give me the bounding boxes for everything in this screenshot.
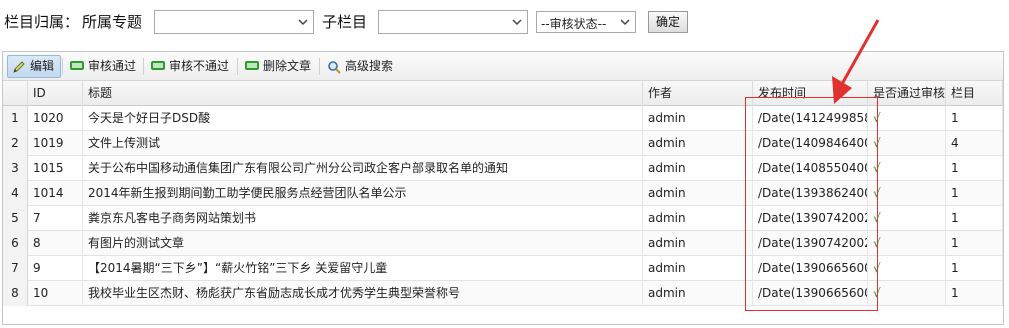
cell-author: admin [643,281,753,306]
toolbar-divider [143,58,144,75]
subcolumn-label: 子栏目 [322,13,368,31]
cell-author: admin [643,106,753,131]
cell-author: admin [643,131,753,156]
chevron-down-icon [512,19,522,26]
cell-id: 1014 [28,181,83,206]
cell-title: 有图片的测试文章 [83,231,643,256]
advanced-search-label: 高级搜索 [345,59,394,73]
audit-status-select[interactable]: --审核状态-- [536,11,636,33]
cell-id: 9 [28,256,83,281]
table-row[interactable]: 6 8 有图片的测试文章 admin/Date(1390742002 √ 1 [3,231,1003,256]
cell-author: admin [643,156,753,181]
green-bar-icon [70,61,84,70]
pencil-icon [13,60,25,73]
approve-label: 审核通过 [88,59,137,73]
cell-approved: √ [868,206,946,231]
reject-button[interactable]: 审核不通过 [146,55,236,78]
edit-label: 编辑 [30,59,55,73]
cell-id: 1015 [28,156,83,181]
cell-column: 1 [946,281,1003,306]
table-row[interactable]: 5 7 粪京东凡客电子商务网站策划书 admin/Date(1390742002 √ 1 [3,206,1003,231]
cell-publish-time: /Date(1390665600 [753,281,868,306]
row-number: 3 [3,156,28,181]
green-bar-icon [245,61,259,70]
row-number: 2 [3,131,28,156]
row-number: 7 [3,256,28,281]
cell-column: 1 [946,156,1003,181]
table-row[interactable]: 4 1014 2014年新生报到期间勤工助学便民服务点经营团队名单公示 admin/D… [3,181,1003,206]
cell-approved: √ [868,281,946,306]
row-number: 6 [3,231,28,256]
cell-approved: √ [868,231,946,256]
cell-id: 8 [28,231,83,256]
topic-label: 所属专题 [82,13,143,31]
cell-id: 7 [28,206,83,231]
row-number: 5 [3,206,28,231]
cell-author: admin [643,256,753,281]
cell-approved: √ [868,131,946,156]
header-id[interactable]: ID [28,81,83,106]
cell-title: 粪京东凡客电子商务网站策划书 [83,206,643,231]
cell-author: admin [643,231,753,256]
cell-title: 2014年新生报到期间勤工助学便民服务点经营团队名单公示 [83,181,643,206]
header-column[interactable]: 栏目 [946,81,1003,106]
audit-status-value: --审核状态-- [541,17,607,31]
column-label: 栏目归属： [4,13,80,31]
header-author[interactable]: 作者 [643,81,753,106]
cell-id: 10 [28,281,83,306]
cell-column: 1 [946,106,1003,131]
cell-title: 我校毕业生区杰财、杨彪获广东省励志成长成才优秀学生典型荣誉称号 [83,281,643,306]
cell-approved: √ [868,156,946,181]
row-number: 4 [3,181,28,206]
cell-approved: √ [868,256,946,281]
cell-column: 1 [946,231,1003,256]
row-number: 1 [3,106,28,131]
cell-publish-time: /Date(1390665600 [753,256,868,281]
chevron-down-icon [620,19,630,26]
cell-title: 今天是个好日子DSD酸 [83,106,643,131]
magnifier-icon [328,60,341,74]
cell-column: 1 [946,181,1003,206]
cell-publish-time: /Date(1408550400 [753,156,868,181]
header-title[interactable]: 标题 [83,81,643,106]
cell-publish-time: /Date(1390742002 [753,231,868,256]
cell-title: 【2014暑期“三下乡”】“薪火竹铭”三下乡 关爱留守儿童 [83,256,643,281]
cell-author: admin [643,206,753,231]
cell-publish-time: /Date(1409846400 [753,131,868,156]
table-row[interactable]: 2 1019 文件上传测试 admin/Date(1409846400 √ 4 [3,131,1003,156]
cell-publish-time: /Date(1393862400 [753,181,868,206]
table-row[interactable]: 7 9 【2014暑期“三下乡”】“薪火竹铭”三下乡 关爱留守儿童 admin/Dat… [3,256,1003,281]
cell-column: 1 [946,206,1003,231]
delete-label: 删除文章 [263,59,312,73]
table-row[interactable]: 3 1015 关于公布中国移动通信集团广东有限公司广州分公司政企客户部录取名单的通知… [3,156,1003,181]
cell-column: 4 [946,131,1003,156]
cell-publish-time: /Date(1390742002 [753,206,868,231]
toolbar-divider [62,58,63,75]
cell-id: 1019 [28,131,83,156]
row-number: 8 [3,281,28,306]
table-row[interactable]: 8 10 我校毕业生区杰财、杨彪获广东省励志成长成才优秀学生典型荣誉称号 admin /… [3,281,1003,306]
row-number-header [3,81,28,106]
cell-title: 文件上传测试 [83,131,643,156]
advanced-search-button[interactable]: 高级搜索 [322,55,400,78]
delete-button[interactable]: 删除文章 [240,55,318,78]
chevron-down-icon [298,19,308,26]
subcolumn-select[interactable] [378,10,528,34]
cell-approved: √ [868,181,946,206]
toolbar-divider [319,58,320,75]
green-bar-icon [151,61,165,70]
cell-author: admin [643,181,753,206]
toolbar-divider [237,58,238,75]
topic-select[interactable] [154,10,314,34]
cell-column: 1 [946,256,1003,281]
reject-label: 审核不通过 [169,59,230,73]
cell-title: 关于公布中国移动通信集团广东有限公司广州分公司政企客户部录取名单的通知 [83,156,643,181]
cell-id: 1020 [28,106,83,131]
edit-button[interactable]: 编辑 [7,55,62,78]
red-arrow-icon [832,19,880,104]
approve-button[interactable]: 审核通过 [65,55,143,78]
confirm-button[interactable]: 确定 [648,11,688,33]
